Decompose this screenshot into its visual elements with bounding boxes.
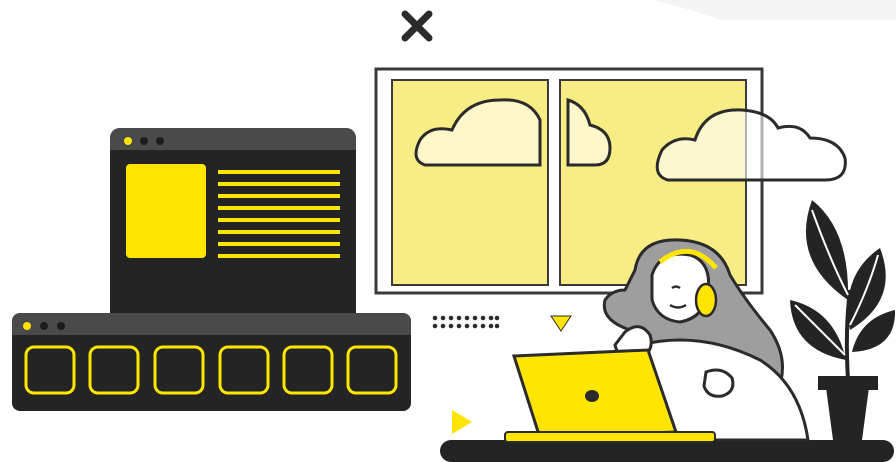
background-blob	[290, 0, 896, 20]
window-dot	[40, 322, 48, 330]
window-dot-yellow	[124, 137, 132, 145]
window-dot	[57, 322, 65, 330]
image-placeholder	[126, 164, 206, 258]
hand	[702, 368, 735, 398]
desk	[440, 440, 894, 462]
window-dot	[156, 137, 164, 145]
remote-work-illustration	[12, 0, 896, 462]
browser-window	[110, 128, 356, 323]
dot-grid-icon	[432, 315, 500, 329]
play-triangle-icon	[452, 410, 472, 434]
window	[374, 67, 847, 295]
window-dot	[140, 137, 148, 145]
illustration-stage	[0, 0, 896, 462]
window-dot-yellow	[23, 322, 31, 330]
plant-icon	[790, 200, 896, 440]
close-icon	[401, 10, 433, 42]
down-triangle-icon	[550, 315, 572, 332]
card-strip-window	[12, 313, 411, 411]
